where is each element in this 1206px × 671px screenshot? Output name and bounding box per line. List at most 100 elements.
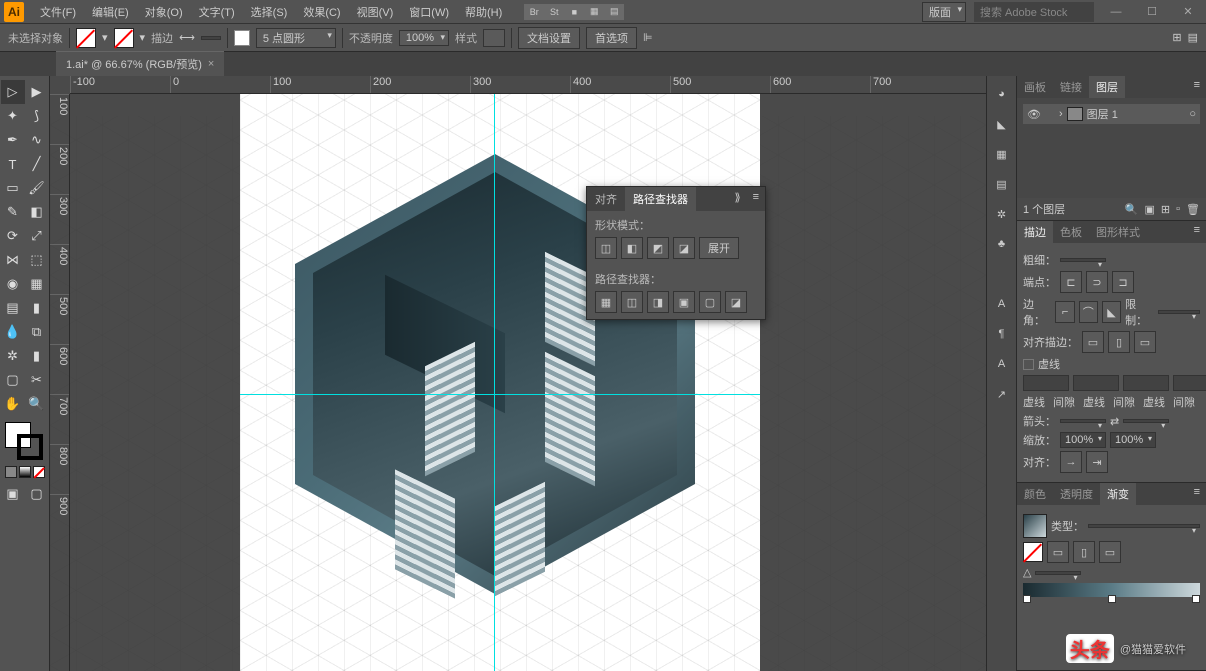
menu-effect[interactable]: 效果(C) <box>295 4 348 20</box>
lasso-tool[interactable]: ⟆ <box>25 104 49 128</box>
layer-row[interactable]: 👁 › 图层 1 ○ <box>1023 104 1200 124</box>
align-outside[interactable]: ▭ <box>1134 331 1156 353</box>
paintbrush-tool[interactable]: 🖌 <box>25 176 49 200</box>
cap-square[interactable]: ⊐ <box>1112 271 1134 293</box>
tab-close-icon[interactable]: × <box>208 58 214 70</box>
menu-window[interactable]: 窗口(W) <box>401 4 457 20</box>
merge-button[interactable]: ◨ <box>647 291 669 313</box>
exclude-button[interactable]: ◪ <box>673 237 695 259</box>
appearance-dock-icon[interactable]: A <box>992 354 1012 374</box>
gap1[interactable] <box>1073 375 1119 391</box>
arrange3-icon[interactable]: ▤ <box>604 4 624 20</box>
menu-object[interactable]: 对象(O) <box>137 4 191 20</box>
weight-field[interactable] <box>1060 258 1106 262</box>
unite-button[interactable]: ◫ <box>595 237 617 259</box>
shape-builder-tool[interactable]: ◉ <box>1 272 25 296</box>
rotate-tool[interactable]: ⟳ <box>1 224 25 248</box>
arrange2-icon[interactable]: ▦ <box>584 4 604 20</box>
outline-button[interactable]: ▢ <box>699 291 721 313</box>
visibility-icon[interactable]: 👁 <box>1027 108 1041 121</box>
blend-tool[interactable]: ⧉ <box>25 320 49 344</box>
maximize-button[interactable]: ☐ <box>1138 5 1166 18</box>
delete-layer-icon[interactable]: 🗑 <box>1186 203 1200 216</box>
menu-type[interactable]: 文字(T) <box>191 4 243 20</box>
character-dock-icon[interactable]: A <box>992 294 1012 314</box>
slice-tool[interactable]: ✂ <box>25 368 49 392</box>
none-mode-icon[interactable] <box>33 466 45 478</box>
gradient-fill-stroke[interactable] <box>1023 542 1043 562</box>
gap2[interactable] <box>1173 375 1206 391</box>
join-bevel[interactable]: ◣ <box>1102 301 1121 323</box>
selection-tool[interactable]: ▷ <box>1 80 25 104</box>
join-round[interactable]: ⌒ <box>1079 301 1098 323</box>
workspace-dropdown[interactable]: 版面 <box>922 2 966 22</box>
style-swatch[interactable] <box>483 29 505 47</box>
screen-mode-full[interactable]: ▢ <box>25 482 49 506</box>
menu-file[interactable]: 文件(F) <box>32 4 84 20</box>
panel-menu-icon[interactable]: ▤ <box>1188 31 1198 44</box>
layer-name[interactable]: 图层 1 <box>1087 106 1118 122</box>
screen-mode-normal[interactable]: ▣ <box>1 482 25 506</box>
align-icon[interactable]: ⊫ <box>643 31 653 44</box>
arrange-icon[interactable]: ■ <box>564 4 584 20</box>
minus-front-button[interactable]: ◧ <box>621 237 643 259</box>
limit-field[interactable] <box>1158 310 1200 314</box>
canvas[interactable]: -1000100200300400500600700 1002003004005… <box>50 76 986 671</box>
menu-edit[interactable]: 编辑(E) <box>84 4 137 20</box>
align-inside[interactable]: ▯ <box>1108 331 1130 353</box>
pathfinder-panel[interactable]: 对齐 路径查找器 ⟫ ≡ 形状模式： ◫ ◧ ◩ ◪ 展开 路径查找器： ▦ <box>586 186 766 320</box>
brush-swatch[interactable] <box>234 30 250 46</box>
tab-pathfinder[interactable]: 路径查找器 <box>625 187 696 211</box>
tab-graphic-styles[interactable]: 图形样式 <box>1089 221 1147 243</box>
direct-selection-tool[interactable]: ▶ <box>25 80 49 104</box>
align-end[interactable]: ⇥ <box>1086 451 1108 473</box>
stroke-grad-2[interactable]: ▯ <box>1073 541 1095 563</box>
scale-end[interactable]: 100% <box>1110 432 1156 448</box>
new-sublayer-icon[interactable]: ⊞ <box>1161 203 1170 216</box>
stock-search[interactable]: 搜索 Adobe Stock <box>974 2 1094 22</box>
align-center[interactable]: ▭ <box>1082 331 1104 353</box>
curvature-tool[interactable]: ∿ <box>25 128 49 152</box>
color-mode-icon[interactable] <box>5 466 17 478</box>
panel-menu-icon[interactable]: ≡ <box>747 187 765 211</box>
tab-transparency[interactable]: 透明度 <box>1053 483 1100 505</box>
symbols-dock-icon[interactable]: ✲ <box>992 204 1012 224</box>
locate-layer-icon[interactable]: 🔍 <box>1125 203 1139 216</box>
crop-button[interactable]: ▣ <box>673 291 695 313</box>
swatches-dock-icon[interactable]: ▦ <box>992 144 1012 164</box>
stroke-weight-arrow[interactable]: ⟷ <box>179 31 195 44</box>
fill-swatch[interactable] <box>76 28 96 48</box>
tab-color[interactable]: 颜色 <box>1017 483 1053 505</box>
zoom-tool[interactable]: 🔍 <box>25 392 49 416</box>
perspective-tool[interactable]: ▦ <box>25 272 49 296</box>
stroke-dropdown-icon[interactable]: ▾ <box>140 31 146 44</box>
arrow-end[interactable] <box>1123 419 1169 423</box>
gradient-tool[interactable]: ▮ <box>25 296 49 320</box>
divide-button[interactable]: ▦ <box>595 291 617 313</box>
bridge-icon[interactable]: Br <box>524 4 544 20</box>
expand-button[interactable]: 展开 <box>699 237 739 259</box>
fill-dropdown-icon[interactable]: ▾ <box>102 31 108 44</box>
opacity-field[interactable]: 100% <box>399 30 449 46</box>
column-graph-tool[interactable]: ▮ <box>25 344 49 368</box>
gradient-mode-icon[interactable] <box>19 466 31 478</box>
scale-tool[interactable]: ⤢ <box>25 224 49 248</box>
angle-field[interactable] <box>1035 571 1081 575</box>
hand-tool[interactable]: ✋ <box>1 392 25 416</box>
expand-arrow-icon[interactable]: › <box>1059 108 1063 120</box>
gradient-slider[interactable] <box>1023 583 1200 597</box>
magic-wand-tool[interactable]: ✦ <box>1 104 25 128</box>
shaper-tool[interactable]: ✎ <box>1 200 25 224</box>
tab-swatches[interactable]: 色板 <box>1053 221 1089 243</box>
brushes-dock-icon[interactable]: ▤ <box>992 174 1012 194</box>
tab-layers[interactable]: 图层 <box>1089 76 1125 98</box>
dashed-checkbox[interactable] <box>1023 359 1034 370</box>
stock-icon[interactable]: St <box>544 4 564 20</box>
trim-button[interactable]: ◫ <box>621 291 643 313</box>
width-tool[interactable]: ⋈ <box>1 248 25 272</box>
asset-export-dock-icon[interactable]: ↗ <box>992 384 1012 404</box>
tab-links[interactable]: 链接 <box>1053 76 1089 98</box>
target-icon[interactable]: ○ <box>1189 108 1196 120</box>
dash1[interactable] <box>1023 375 1069 391</box>
colorguide-dock-icon[interactable]: ◣ <box>992 114 1012 134</box>
